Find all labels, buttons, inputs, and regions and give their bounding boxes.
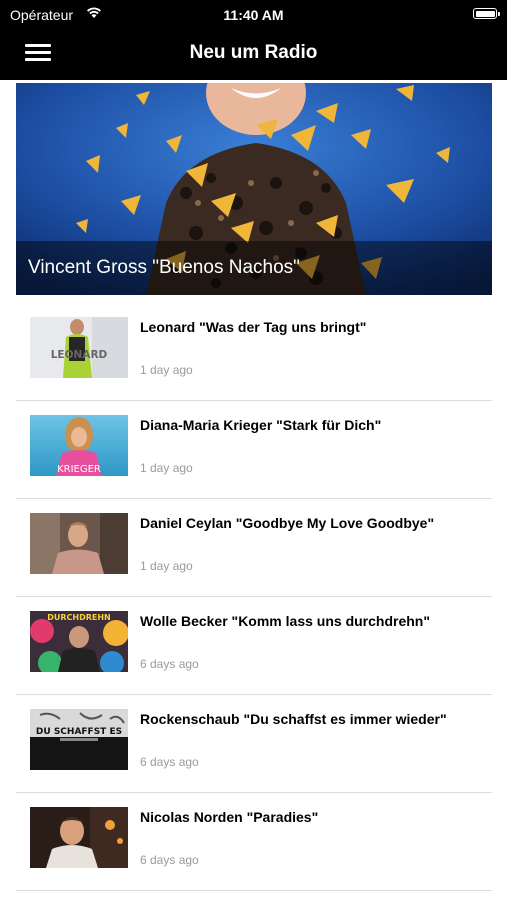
article-row[interactable]: Nicolas Norden "Paradies" 6 days ago xyxy=(16,793,492,891)
article-thumbnail: LEONARD xyxy=(30,317,128,378)
battery-icon xyxy=(473,8,500,19)
article-time: 1 day ago xyxy=(140,363,193,377)
page-title: Neu um Radio xyxy=(189,42,318,63)
article-row[interactable]: Daniel Ceylan "Goodbye My Love Goodbye" … xyxy=(16,499,492,597)
article-time: 1 day ago xyxy=(140,461,193,475)
article-title: Leonard "Was der Tag uns bringt" xyxy=(140,319,367,335)
thumbnail-caption: DURCHDREHN xyxy=(47,613,111,622)
article-title: Rockenschaub "Du schaffst es immer wiede… xyxy=(140,711,447,727)
article-thumbnail: KRIEGER xyxy=(30,415,128,476)
article-row[interactable]: LEONARD Leonard "Was der Tag uns bringt"… xyxy=(16,303,492,401)
article-title: Daniel Ceylan "Goodbye My Love Goodbye" xyxy=(140,515,435,531)
thumbnail-caption: KRIEGER xyxy=(57,464,101,475)
article-thumbnail: DURCHDREHN xyxy=(30,611,128,672)
article-row[interactable]: DURCHDREHN Wolle Becker "Komm lass uns d… xyxy=(16,597,492,695)
article-title: Nicolas Norden "Paradies" xyxy=(140,809,319,825)
article-thumbnail: DU SCHAFFST ES xyxy=(30,709,128,770)
article-time: 6 days ago xyxy=(140,755,199,769)
featured-article-caption: Vincent Gross "Buenos Nachos" xyxy=(16,241,492,295)
news-feed: Vincent Gross "Buenos Nachos" LEONARD Le… xyxy=(0,80,507,900)
article-row[interactable]: KRIEGER Diana-Maria Krieger "Stark für D… xyxy=(16,401,492,499)
navigation-bar: Neu um Radio xyxy=(0,30,507,80)
battery-fill xyxy=(475,10,495,17)
article-title: Diana-Maria Krieger "Stark für Dich" xyxy=(140,417,382,433)
article-list: LEONARD Leonard "Was der Tag uns bringt"… xyxy=(16,303,492,891)
article-time: 6 days ago xyxy=(140,853,199,867)
thumbnail-caption: LEONARD xyxy=(51,349,108,361)
article-title: Wolle Becker "Komm lass uns durchdrehn" xyxy=(140,613,430,629)
thumbnail-caption: DU SCHAFFST ES xyxy=(36,727,122,737)
article-row[interactable]: DU SCHAFFST ES Rockenschaub "Du schaffst… xyxy=(16,695,492,793)
featured-article[interactable]: Vincent Gross "Buenos Nachos" xyxy=(16,83,492,295)
article-thumbnail xyxy=(30,513,128,574)
status-bar: Opérateur 11:40 AM xyxy=(0,0,507,30)
article-thumbnail xyxy=(30,807,128,868)
article-time: 1 day ago xyxy=(140,559,193,573)
featured-article-title: Vincent Gross "Buenos Nachos" xyxy=(28,257,300,278)
app-screen: Opérateur 11:40 AM Neu um Radio Vincent … xyxy=(0,0,507,900)
article-time: 6 days ago xyxy=(140,657,199,671)
status-time: 11:40 AM xyxy=(223,7,284,23)
